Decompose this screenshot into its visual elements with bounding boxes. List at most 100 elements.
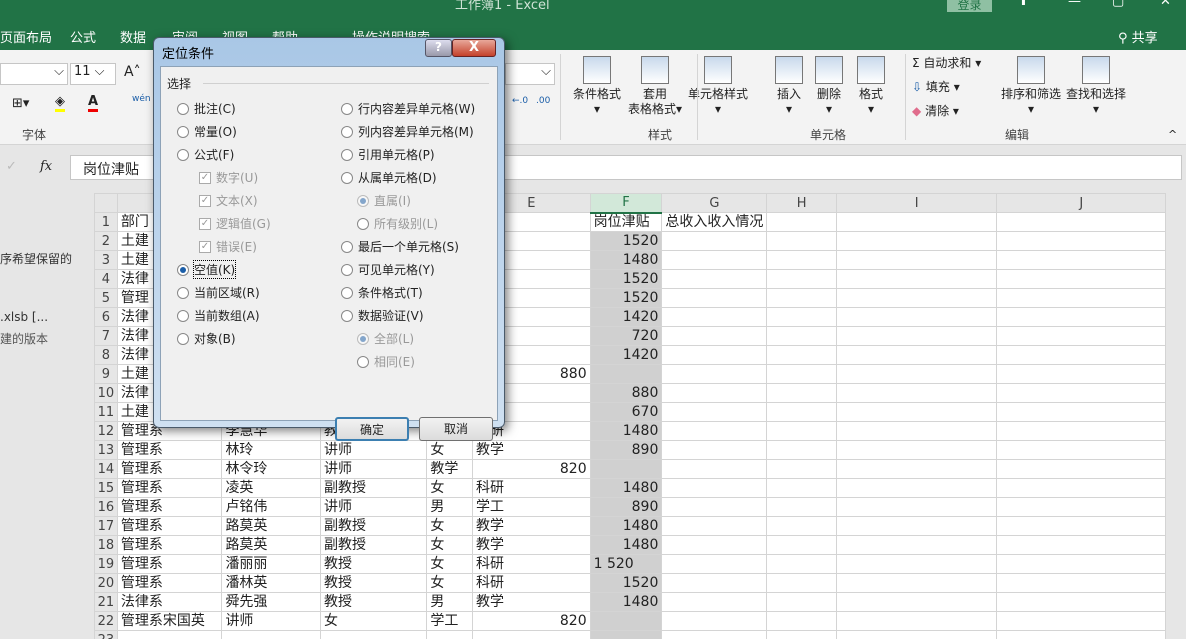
cell[interactable]: 880 bbox=[589, 383, 663, 403]
cell[interactable]: 教授 bbox=[319, 592, 428, 612]
cell[interactable] bbox=[766, 307, 837, 327]
cell[interactable]: 凌英 bbox=[221, 478, 321, 498]
row-header[interactable]: 8 bbox=[94, 345, 118, 365]
cell[interactable] bbox=[766, 497, 837, 517]
cell[interactable] bbox=[661, 497, 768, 517]
row-header[interactable]: 21 bbox=[94, 592, 118, 612]
option-right-2[interactable]: 引用单元格(P) bbox=[341, 146, 435, 163]
row-header[interactable]: 20 bbox=[94, 573, 118, 593]
cell[interactable] bbox=[661, 402, 768, 422]
cell[interactable] bbox=[835, 497, 998, 517]
cell[interactable]: 学工 bbox=[472, 497, 591, 517]
cell[interactable] bbox=[766, 611, 837, 631]
cell[interactable]: 讲师 bbox=[319, 459, 428, 479]
cell[interactable] bbox=[835, 516, 998, 536]
cell[interactable] bbox=[996, 250, 1166, 270]
cell[interactable]: 女 bbox=[426, 535, 474, 555]
cell[interactable] bbox=[766, 326, 837, 346]
row-header[interactable]: 1 bbox=[94, 212, 118, 232]
maximize-icon[interactable]: ▢ bbox=[1112, 0, 1124, 9]
collapse-ribbon-icon[interactable]: ^ bbox=[1168, 128, 1177, 141]
cell[interactable] bbox=[835, 269, 998, 289]
cell[interactable]: 副教授 bbox=[319, 516, 428, 536]
cell[interactable]: 女 bbox=[426, 478, 474, 498]
cell[interactable] bbox=[766, 231, 837, 251]
cell[interactable] bbox=[766, 440, 837, 460]
cell[interactable] bbox=[835, 345, 998, 365]
cell[interactable]: 教学 bbox=[472, 440, 591, 460]
cell[interactable]: 法律系 bbox=[116, 592, 223, 612]
option-left-3[interactable]: ✓ 数字(U) bbox=[199, 169, 258, 186]
cell[interactable] bbox=[766, 383, 837, 403]
cell[interactable] bbox=[661, 592, 768, 612]
font-size-select[interactable]: 11 ⌵ bbox=[70, 63, 116, 85]
option-right-1[interactable]: 列内容差异单元格(M) bbox=[341, 123, 474, 140]
cell[interactable]: 1520 bbox=[589, 269, 663, 289]
cell[interactable]: 路莫英 bbox=[221, 535, 321, 555]
cell[interactable]: 1480 bbox=[589, 516, 663, 536]
increase-decimal-icon[interactable]: ←.0 bbox=[512, 96, 528, 106]
option-left-4[interactable]: ✓ 文本(X) bbox=[199, 192, 258, 209]
row-header[interactable]: 4 bbox=[94, 269, 118, 289]
option-right-7[interactable]: 可见单元格(Y) bbox=[341, 261, 435, 278]
cell[interactable] bbox=[589, 364, 663, 384]
cell[interactable]: 1480 bbox=[589, 421, 663, 441]
ok-button[interactable]: 确定 bbox=[335, 417, 409, 441]
login-button[interactable]: 登录 bbox=[947, 0, 992, 12]
option-left-10[interactable]: 对象(B) bbox=[177, 330, 236, 347]
option-right-8[interactable]: 条件格式(T) bbox=[341, 284, 423, 301]
cell[interactable]: 管理系 bbox=[116, 497, 223, 517]
vertical-scrollbar[interactable] bbox=[1166, 193, 1186, 639]
row-header[interactable]: 3 bbox=[94, 250, 118, 270]
option-left-7[interactable]: 空值(K) bbox=[177, 260, 237, 279]
insert-function-icon[interactable]: fx bbox=[40, 159, 52, 174]
option-right-5[interactable]: 所有级别(L) bbox=[357, 215, 438, 232]
enter-icon[interactable]: ✓ bbox=[6, 159, 17, 174]
cell[interactable] bbox=[996, 478, 1166, 498]
cell[interactable] bbox=[835, 478, 998, 498]
cell[interactable]: 管理系宋国英 bbox=[116, 611, 223, 631]
cell[interactable] bbox=[661, 554, 768, 574]
row-header[interactable]: 12 bbox=[94, 421, 118, 441]
row-header[interactable]: 9 bbox=[94, 364, 118, 384]
cell[interactable]: 女 bbox=[426, 573, 474, 593]
cell[interactable]: 舜先强 bbox=[221, 592, 321, 612]
cell[interactable] bbox=[996, 364, 1166, 384]
row-header[interactable]: 19 bbox=[94, 554, 118, 574]
cell[interactable]: 1480 bbox=[589, 478, 663, 498]
cell[interactable]: 教学 bbox=[426, 459, 474, 479]
cell[interactable]: 890 bbox=[589, 497, 663, 517]
font-name-select[interactable]: ⌵ bbox=[0, 63, 68, 85]
cell[interactable] bbox=[996, 212, 1166, 232]
cell[interactable] bbox=[996, 440, 1166, 460]
cell[interactable]: 820 bbox=[472, 611, 591, 631]
cell[interactable]: 1480 bbox=[589, 535, 663, 555]
option-left-5[interactable]: ✓ 逻辑值(G) bbox=[199, 215, 271, 232]
cell[interactable]: 670 bbox=[589, 402, 663, 422]
cell[interactable] bbox=[996, 611, 1166, 631]
insert-button[interactable]: 插入 ▾ bbox=[772, 56, 806, 117]
cell[interactable] bbox=[766, 478, 837, 498]
cell[interactable]: 总收入收入情况 bbox=[661, 212, 768, 232]
cell[interactable]: 教授 bbox=[319, 554, 428, 574]
cell[interactable] bbox=[835, 402, 998, 422]
row-header[interactable]: 7 bbox=[94, 326, 118, 346]
cell[interactable] bbox=[835, 459, 998, 479]
cell[interactable] bbox=[835, 250, 998, 270]
cell[interactable]: 1480 bbox=[589, 250, 663, 270]
format-as-table-button[interactable]: 套用 表格格式▾ bbox=[624, 56, 686, 117]
cell[interactable] bbox=[835, 364, 998, 384]
cell[interactable] bbox=[661, 250, 768, 270]
help-button[interactable]: ? bbox=[425, 39, 452, 57]
cell[interactable]: 讲师 bbox=[221, 611, 321, 631]
cell[interactable] bbox=[661, 421, 768, 441]
cell-styles-button[interactable]: 单元格样式 ▾ bbox=[686, 56, 750, 117]
row-header[interactable]: 10 bbox=[94, 383, 118, 403]
cell[interactable]: 1420 bbox=[589, 307, 663, 327]
cell[interactable]: 女 bbox=[426, 440, 474, 460]
cell[interactable]: 1480 bbox=[589, 592, 663, 612]
cell[interactable]: 科研 bbox=[472, 478, 591, 498]
cell[interactable]: 1 520 bbox=[589, 554, 663, 574]
option-left-6[interactable]: ✓ 错误(E) bbox=[199, 238, 257, 255]
cell[interactable]: 管理系 bbox=[116, 478, 223, 498]
